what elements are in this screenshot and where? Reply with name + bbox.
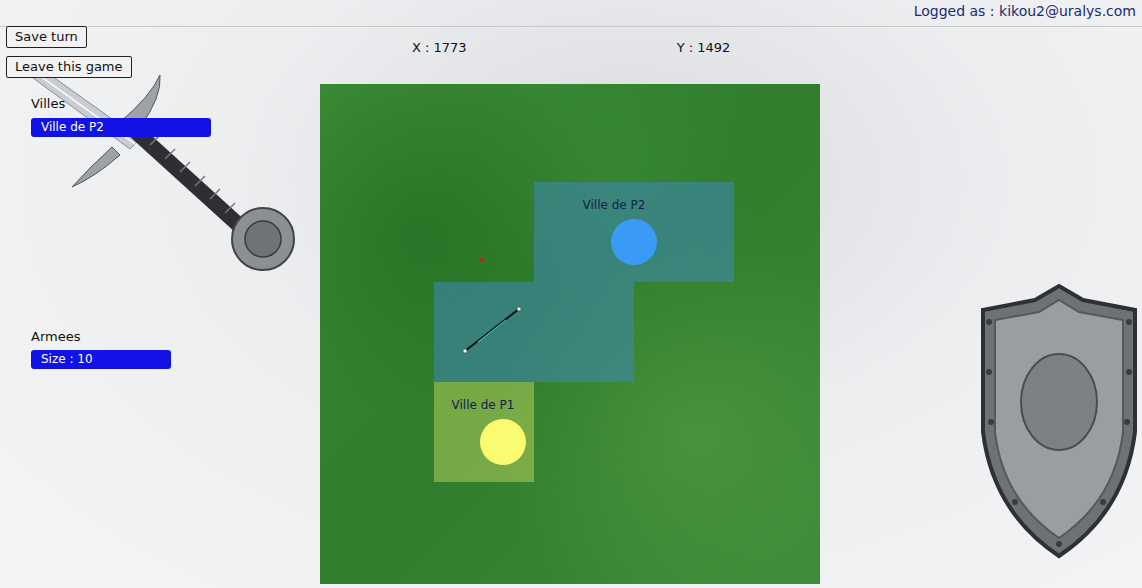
armies-item[interactable]: Size : 10 (31, 350, 171, 369)
game-buttons: Save turn Leave this game (6, 26, 320, 78)
city-label: Ville de P2 (554, 198, 674, 212)
top-bar: Logged as : kikou2@uralys.com (0, 0, 1142, 27)
territory-tile[interactable] (534, 282, 634, 382)
marker-dot (480, 257, 484, 261)
shield-icon (975, 282, 1142, 560)
leave-game-button[interactable]: Leave this game (6, 56, 132, 78)
cities-item[interactable]: Ville de P2 (31, 118, 211, 137)
game-map[interactable]: Ville de P2 Ville de P1 (320, 84, 820, 584)
coordinates: X : 1773 Y : 1492 (320, 27, 820, 84)
right-panel (820, 27, 1142, 588)
cities-title: Villes (31, 94, 320, 114)
sidebar: Save turn Leave this game Villes Ville de P… (0, 27, 320, 588)
cities: Villes Ville de P2 (6, 94, 320, 137)
x-coordinate: X : 1773 (412, 38, 467, 84)
army-move-icon[interactable] (320, 84, 820, 584)
armies: Armees Size : 10 (6, 327, 320, 370)
city-marker[interactable] (611, 219, 657, 265)
login-info: Logged as : kikou2@uralys.com (914, 0, 1136, 26)
territory-tile[interactable] (434, 282, 534, 382)
map-column: X : 1773 Y : 1492 Ville de P2 Ville de P1 (320, 27, 820, 588)
city-label: Ville de P1 (423, 398, 543, 412)
game-area: Save turnLeave this gameVillesVille de P… (0, 27, 1142, 588)
armies-title: Armees (31, 327, 320, 347)
save-turn-button[interactable]: Save turn (6, 26, 87, 48)
y-coordinate: Y : 1492 (677, 38, 731, 84)
city-marker[interactable] (480, 419, 526, 465)
